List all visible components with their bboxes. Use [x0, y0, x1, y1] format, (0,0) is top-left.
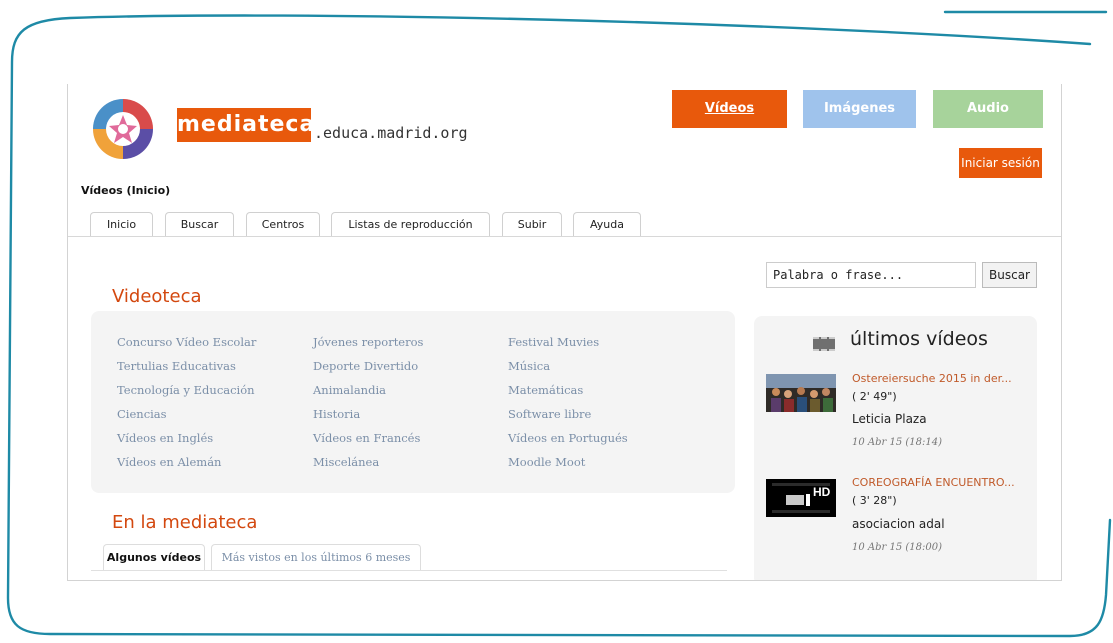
hd-badge: HD — [813, 485, 831, 499]
category-link[interactable]: Miscelánea — [313, 455, 379, 469]
category-link[interactable]: Software libre — [508, 407, 591, 421]
breadcrumb: Vídeos (Inicio) — [81, 184, 171, 197]
en-la-mediateca-heading: En la mediateca — [112, 512, 258, 533]
latest-video-date: 10 Abr 15 (18:14) — [852, 437, 943, 448]
latest-video-duration: ( 3' 28") — [852, 494, 897, 507]
latest-videos-title: últimos vídeos — [850, 328, 988, 350]
latest-video-title[interactable]: COREOGRAFÍA ENCUENTRO... — [852, 476, 1032, 489]
category-link[interactable]: Deporte Divertido — [313, 359, 418, 373]
category-link[interactable]: Jóvenes reporteros — [313, 335, 423, 349]
tab-ayuda[interactable]: Ayuda — [573, 212, 641, 236]
tab-buscar[interactable]: Buscar — [165, 212, 234, 236]
latest-video-date: 10 Abr 15 (18:00) — [852, 542, 943, 553]
browser-screenshot: mediateca .educa.madrid.org Vídeos Imáge… — [67, 84, 1062, 581]
tab-listas[interactable]: Listas de reproducción — [331, 212, 490, 236]
video-thumbnail[interactable] — [766, 374, 836, 412]
latest-video-title[interactable]: Ostereiersuche 2015 in der... — [852, 372, 1032, 385]
brand-name: mediateca — [177, 108, 314, 142]
category-link[interactable]: Vídeos en Francés — [313, 431, 420, 445]
category-link[interactable]: Ciencias — [117, 407, 167, 421]
videoteca-categories: Concurso Vídeo Escolar Tertulias Educati… — [91, 311, 735, 493]
search-input[interactable] — [766, 262, 976, 288]
login-button[interactable]: Iniciar sesión — [959, 148, 1042, 178]
film-icon — [813, 337, 835, 351]
category-link[interactable]: Historia — [313, 407, 360, 421]
main-nav-tabs: Inicio Buscar Centros Listas de reproduc… — [68, 212, 1061, 237]
search-button[interactable]: Buscar — [982, 262, 1037, 288]
category-link[interactable]: Música — [508, 359, 550, 373]
latest-video-author: Leticia Plaza — [852, 412, 927, 426]
mediateca-logo — [93, 99, 153, 159]
category-link[interactable]: Vídeos en Alemán — [117, 455, 221, 469]
category-link[interactable]: Tecnología y Educación — [117, 383, 255, 397]
tab-mas-vistos[interactable]: Más vistos en los últimos 6 meses — [211, 544, 421, 570]
category-link[interactable]: Moodle Moot — [508, 455, 585, 469]
videoteca-heading: Videoteca — [112, 286, 202, 307]
video-thumbnail[interactable]: HD — [766, 479, 836, 517]
latest-video-author: asociacion adal — [852, 517, 945, 531]
tab-videos[interactable]: Vídeos — [672, 90, 787, 128]
tab-algunos-videos[interactable]: Algunos vídeos — [103, 544, 205, 570]
category-link[interactable]: Tertulias Educativas — [117, 359, 236, 373]
category-link[interactable]: Vídeos en Inglés — [117, 431, 213, 445]
tab-audio[interactable]: Audio — [933, 90, 1043, 128]
category-link[interactable]: Matemáticas — [508, 383, 583, 397]
category-link[interactable]: Animalandia — [313, 383, 386, 397]
category-link[interactable]: Vídeos en Portugués — [508, 431, 628, 445]
mediateca-tabs: Algunos vídeos Más vistos en los últimos… — [91, 544, 727, 571]
brand-domain: .educa.madrid.org — [314, 124, 468, 142]
category-link[interactable]: Festival Muvies — [508, 335, 599, 349]
category-link[interactable]: Concurso Vídeo Escolar — [117, 335, 256, 349]
latest-video-duration: ( 2' 49") — [852, 390, 897, 403]
tab-centros[interactable]: Centros — [246, 212, 320, 236]
tab-images[interactable]: Imágenes — [803, 90, 916, 128]
tab-subir[interactable]: Subir — [502, 212, 562, 236]
tab-inicio[interactable]: Inicio — [90, 212, 153, 236]
